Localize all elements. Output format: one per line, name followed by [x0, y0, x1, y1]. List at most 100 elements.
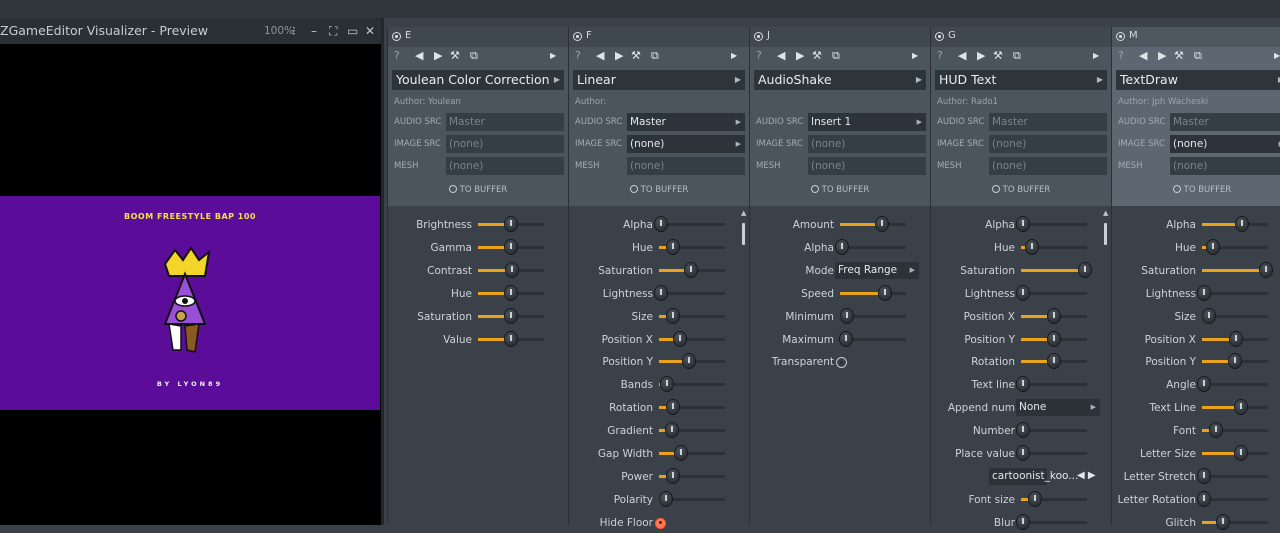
param-slider[interactable]	[1202, 514, 1268, 529]
param-slider[interactable]	[1202, 354, 1268, 369]
help-icon[interactable]: ?	[756, 49, 762, 62]
plugin-name-selector[interactable]: Youlean Color Correction ▶	[392, 70, 564, 90]
param-dropdown[interactable]: Freq Range ▶	[835, 261, 919, 279]
param-slider[interactable]	[1202, 331, 1268, 346]
param-slider[interactable]	[659, 446, 725, 460]
param-slider[interactable]	[1021, 331, 1087, 346]
help-icon[interactable]: ?	[394, 49, 400, 62]
fullscreen-icon[interactable]: ⛶	[329, 18, 337, 44]
param-slider[interactable]	[659, 491, 725, 506]
param-slider[interactable]	[659, 331, 725, 346]
param-slider[interactable]	[478, 262, 544, 277]
param-slider[interactable]	[1017, 514, 1087, 529]
radio-icon[interactable]	[448, 185, 457, 193]
mesh-selector[interactable]: (none)	[446, 157, 564, 175]
zoom-level[interactable]: 100%	[264, 18, 294, 44]
param-slider[interactable]	[655, 285, 725, 300]
slider-knob[interactable]	[1230, 331, 1242, 346]
parameter-scrollbar[interactable]: ▲	[1103, 209, 1109, 525]
param-slider[interactable]	[1021, 308, 1087, 323]
slider-knob[interactable]	[1048, 331, 1060, 346]
slider-knob[interactable]	[1260, 262, 1272, 277]
radio-icon[interactable]	[991, 185, 1000, 193]
slider-knob[interactable]	[655, 217, 667, 231]
enable-led-icon[interactable]	[1116, 32, 1125, 41]
param-slider[interactable]	[478, 331, 544, 346]
slider-knob[interactable]	[667, 308, 679, 323]
param-slider[interactable]	[659, 377, 725, 392]
radio-icon[interactable]	[1172, 185, 1181, 193]
param-slider[interactable]	[659, 354, 725, 369]
randomize-icon[interactable]: ⚒	[450, 49, 460, 62]
slider-knob[interactable]	[505, 308, 517, 323]
slider-knob[interactable]	[1026, 239, 1038, 254]
layer-row[interactable]: F	[569, 27, 749, 47]
slider-knob[interactable]	[661, 377, 673, 392]
param-slider[interactable]	[1021, 491, 1087, 506]
link-icon[interactable]: ⧉	[651, 49, 659, 63]
scroll-up-icon[interactable]: ▲	[1103, 209, 1108, 217]
slider-knob[interactable]	[841, 308, 853, 323]
image-src-selector[interactable]: (none)	[446, 135, 564, 153]
menu-arrow-icon[interactable]: ▶	[912, 51, 918, 60]
prev-preset-icon[interactable]: ◀	[415, 49, 423, 62]
param-slider[interactable]	[1202, 217, 1268, 231]
slider-knob[interactable]	[1198, 377, 1210, 392]
param-slider[interactable]	[478, 217, 544, 231]
param-slider[interactable]	[659, 308, 725, 323]
slider-knob[interactable]	[1235, 400, 1247, 415]
next-preset-icon[interactable]: ▶	[434, 49, 442, 62]
link-icon[interactable]: ⧉	[1194, 49, 1202, 63]
param-slider[interactable]	[1017, 446, 1087, 460]
param-slider[interactable]	[659, 262, 725, 277]
layer-row[interactable]: M	[1112, 27, 1280, 47]
image-src-selector[interactable]: (none)	[808, 135, 926, 153]
image-src-selector[interactable]: (none)▶	[1170, 135, 1280, 153]
param-slider[interactable]	[478, 308, 544, 323]
to-buffer-toggle[interactable]: TO BUFFER	[569, 185, 749, 195]
slider-knob[interactable]	[879, 285, 891, 300]
slider-knob[interactable]	[1048, 308, 1060, 323]
slider-knob[interactable]	[674, 331, 686, 346]
slider-knob[interactable]	[1048, 354, 1060, 369]
slider-knob[interactable]	[667, 468, 679, 483]
scroll-thumb[interactable]	[742, 223, 745, 245]
audio-src-selector[interactable]: Master	[1170, 113, 1280, 131]
to-buffer-toggle[interactable]: TO BUFFER	[1112, 185, 1280, 195]
restore-icon[interactable]: ▭	[347, 18, 358, 44]
menu-arrow-icon[interactable]: ▶	[1274, 51, 1280, 60]
to-buffer-toggle[interactable]: TO BUFFER	[750, 185, 930, 195]
param-slider[interactable]	[655, 217, 725, 231]
enable-led-icon[interactable]	[935, 32, 944, 41]
zoom-arrows-icon[interactable]: ⁝	[292, 18, 296, 44]
next-preset-icon[interactable]: ▶	[1158, 49, 1166, 62]
menu-arrow-icon[interactable]: ▶	[550, 51, 556, 60]
menu-arrow-icon[interactable]: ▶	[731, 51, 737, 60]
slider-knob[interactable]	[1017, 285, 1029, 300]
slider-knob[interactable]	[1079, 262, 1091, 277]
slider-knob[interactable]	[666, 423, 678, 438]
prev-preset-icon[interactable]: ◀	[958, 49, 966, 62]
param-slider[interactable]	[1198, 377, 1268, 392]
param-slider[interactable]	[659, 423, 725, 438]
enable-led-icon[interactable]	[573, 32, 582, 41]
audio-src-selector[interactable]: Master ▶	[627, 113, 745, 131]
link-icon[interactable]: ⧉	[832, 49, 840, 63]
plugin-name-selector[interactable]: AudioShake ▶	[754, 70, 926, 90]
param-slider[interactable]	[836, 239, 906, 254]
parameter-scrollbar[interactable]: ▲	[741, 209, 747, 525]
param-slider[interactable]	[478, 285, 544, 300]
radio-icon[interactable]	[629, 185, 638, 193]
param-slider[interactable]	[1021, 354, 1087, 369]
preview-titlebar[interactable]: ZGameEditor Visualizer - Preview 100% ⁝ …	[0, 18, 381, 44]
slider-knob[interactable]	[840, 331, 852, 346]
param-slider[interactable]	[1021, 262, 1091, 277]
slider-knob[interactable]	[1207, 239, 1219, 254]
mesh-selector[interactable]: (none)	[989, 157, 1107, 175]
scroll-thumb[interactable]	[1104, 223, 1107, 245]
param-slider[interactable]	[1017, 217, 1087, 231]
param-slider[interactable]	[1202, 308, 1268, 323]
param-toggle[interactable]	[655, 517, 666, 529]
param-toggle[interactable]	[836, 357, 847, 369]
close-icon[interactable]: ✕	[365, 18, 375, 44]
